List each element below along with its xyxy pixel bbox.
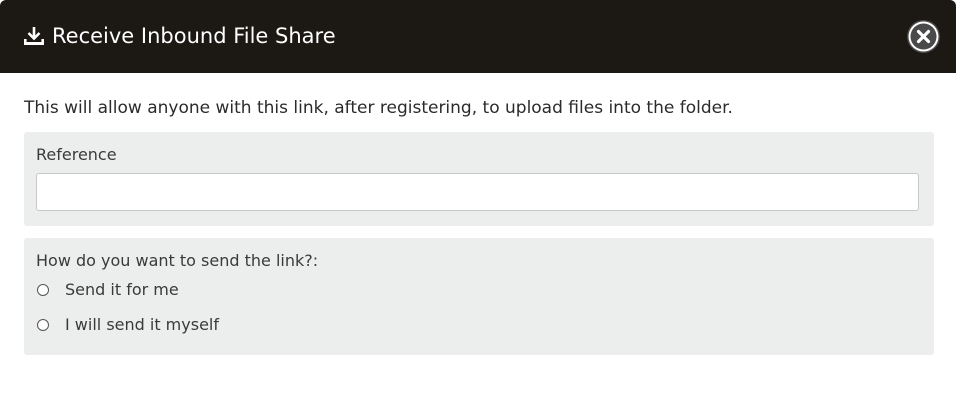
radio-button[interactable] [37, 284, 49, 296]
close-icon [908, 21, 939, 52]
radio-label: I will send it myself [65, 315, 219, 334]
reference-label: Reference [36, 145, 117, 164]
reference-panel: Reference [24, 132, 934, 226]
intro-text: This will allow anyone with this link, a… [24, 98, 733, 118]
radio-button[interactable] [37, 319, 49, 331]
reference-input[interactable] [36, 173, 919, 211]
send-method-question: How do you want to send the link?: [36, 251, 319, 270]
dialog-title: Receive Inbound File Share [52, 24, 336, 48]
receive-inbound-share-dialog: Receive Inbound File Share This will all… [0, 0, 956, 393]
send-method-panel: How do you want to send the link?: Send … [24, 238, 934, 355]
download-icon [23, 25, 45, 47]
dialog-header: Receive Inbound File Share [0, 0, 956, 73]
close-button[interactable] [907, 20, 940, 53]
radio-label: Send it for me [65, 280, 179, 299]
